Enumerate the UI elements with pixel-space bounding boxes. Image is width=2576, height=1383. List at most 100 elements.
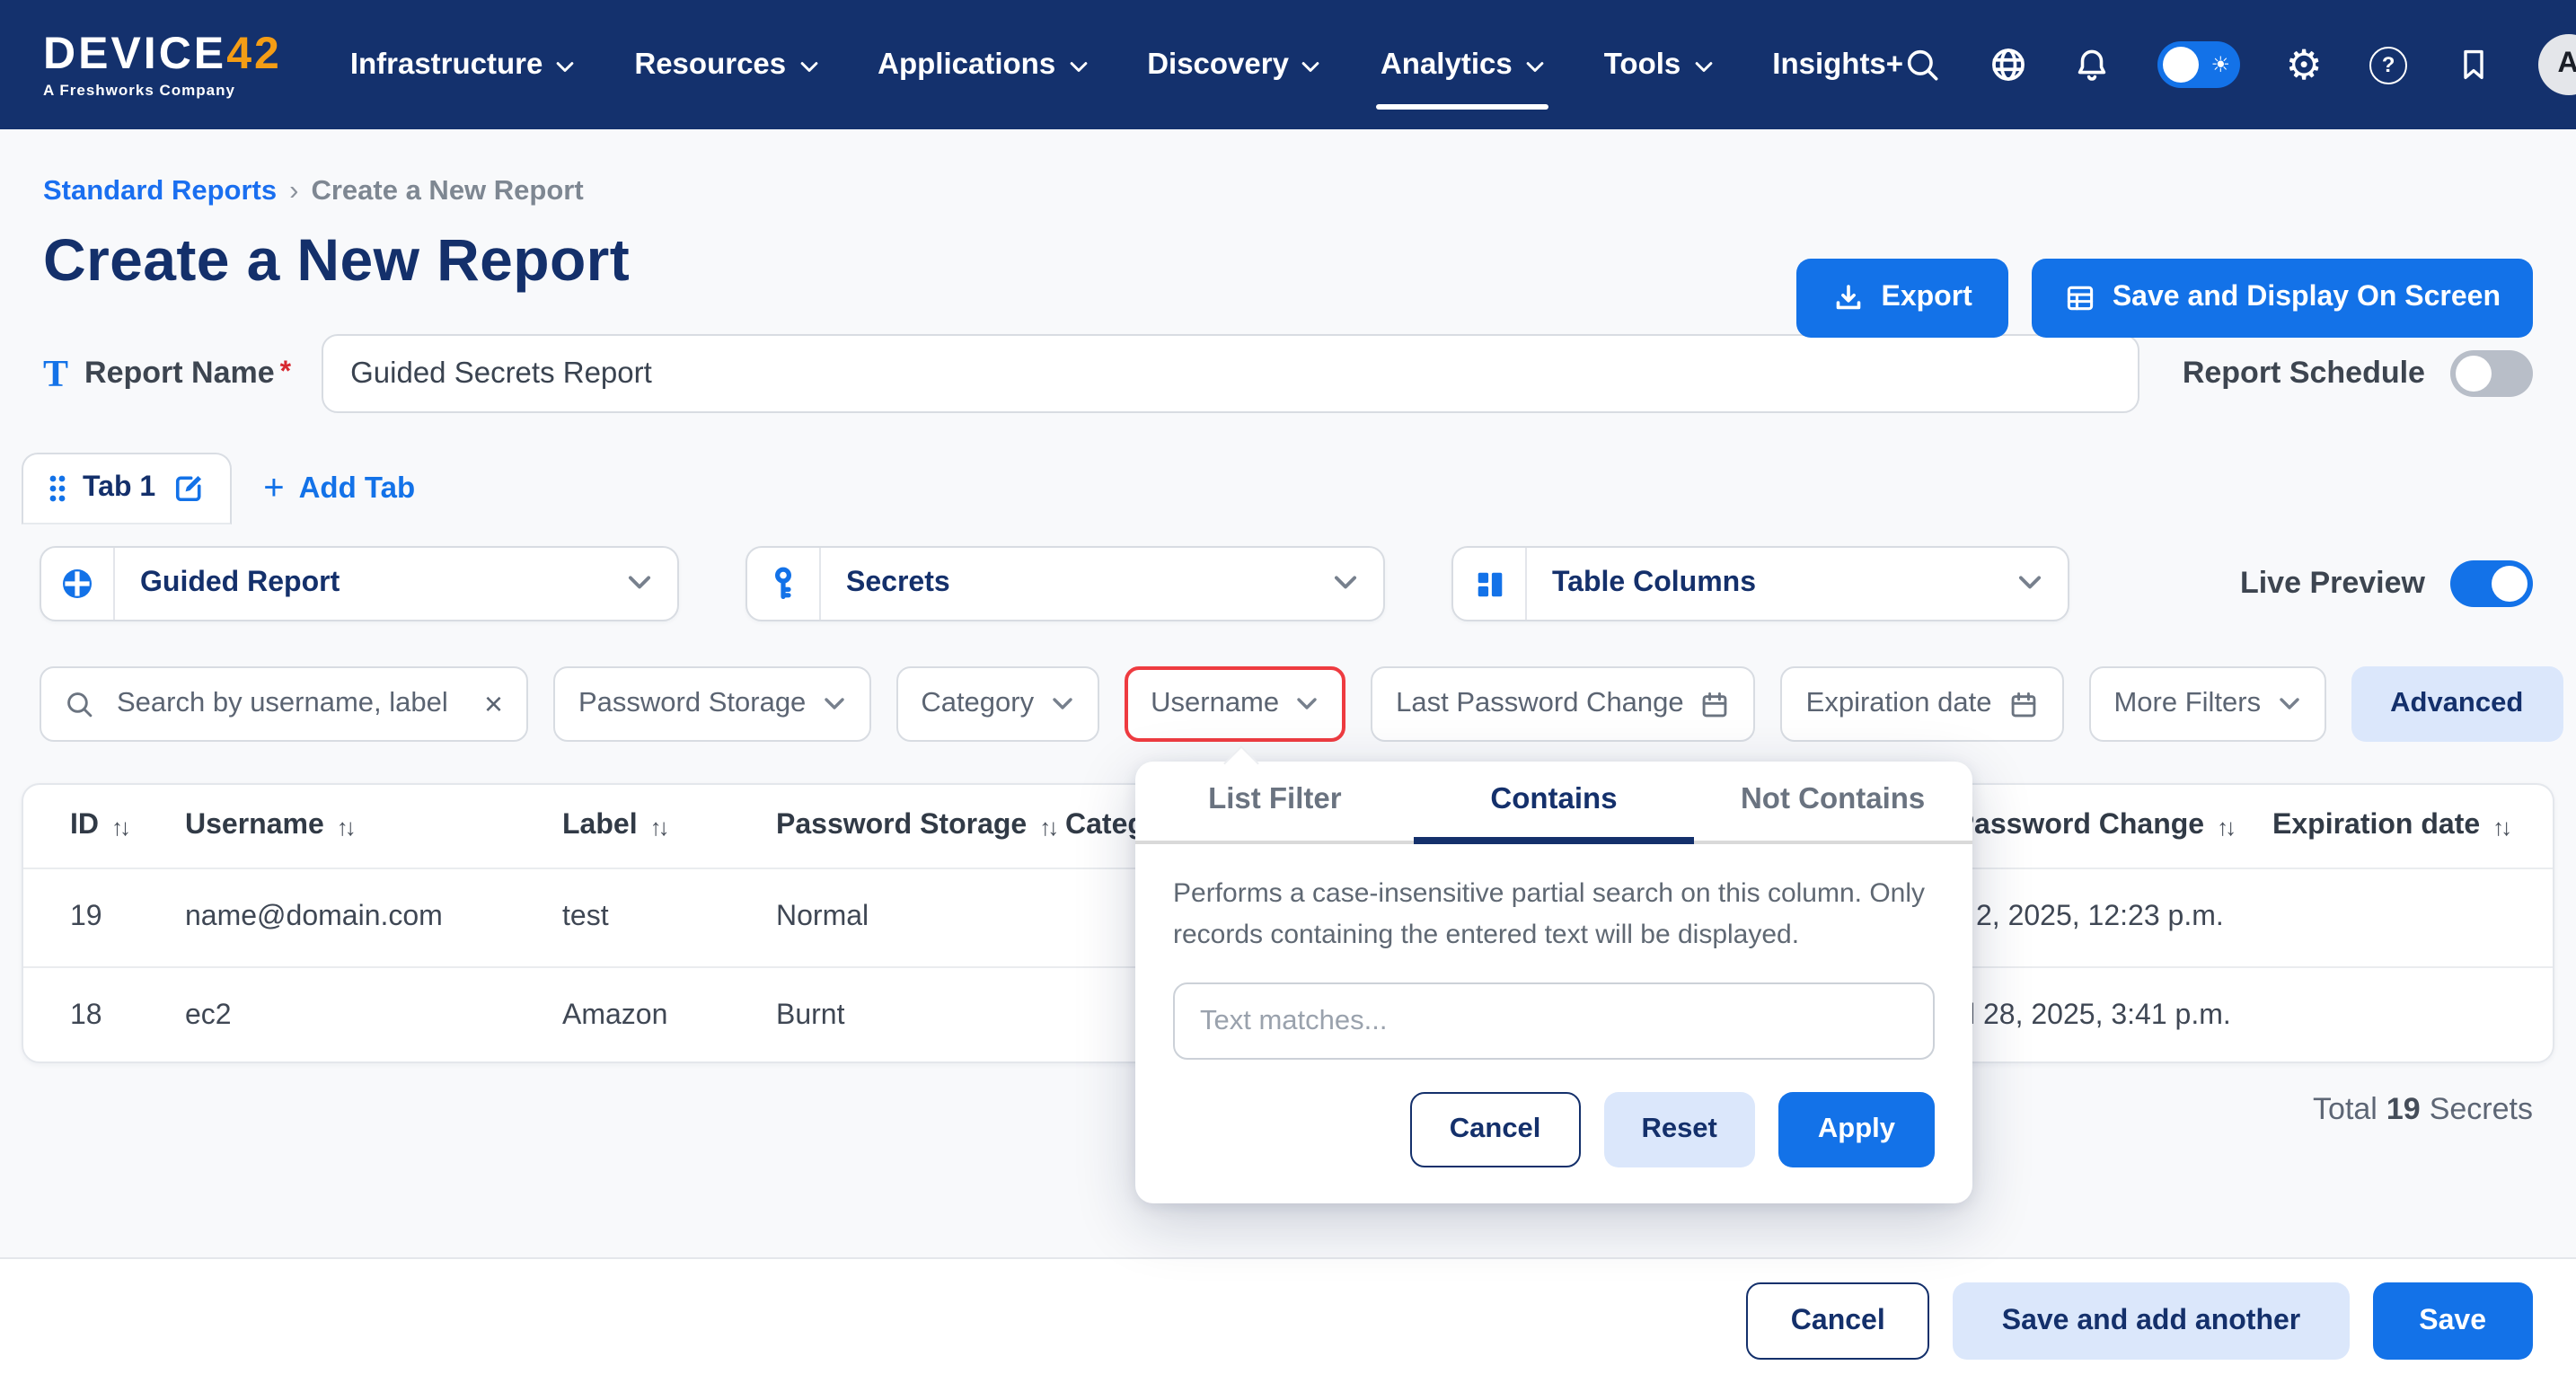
popup-tabs: List Filter Contains Not Contains xyxy=(1135,762,1972,844)
selector-row: Guided Report Secrets Table Columns Live… xyxy=(40,546,2554,621)
report-type-select[interactable]: Guided Report xyxy=(40,546,679,621)
column-header-password-storage[interactable]: Password Storage↑↓ xyxy=(776,785,1055,868)
chevron-down-icon xyxy=(2277,697,2300,711)
popup-buttons: Cancel Reset Apply xyxy=(1173,1092,1935,1167)
menu-insights[interactable]: Insights+ xyxy=(1772,0,1903,129)
chevron-down-icon xyxy=(822,697,845,711)
notifications-bell-icon[interactable] xyxy=(2072,45,2112,84)
clear-search-icon[interactable]: × xyxy=(484,685,503,723)
popup-body: Performs a case-insensitive partial sear… xyxy=(1135,844,1972,1203)
columns-select[interactable]: Table Columns xyxy=(1451,546,2069,621)
popup-cancel-button[interactable]: Cancel xyxy=(1410,1092,1581,1167)
column-header-username[interactable]: Username↑↓ xyxy=(185,785,353,868)
chevron-down-icon xyxy=(2017,568,2042,600)
live-preview-toggle[interactable] xyxy=(2450,560,2533,607)
breadcrumb-separator: › xyxy=(289,176,298,208)
cell-label: Amazon xyxy=(562,968,667,1065)
text-matches-input[interactable] xyxy=(1173,982,1935,1060)
drag-handle-icon[interactable] xyxy=(49,474,66,503)
navbar-actions: ☀ ⚙ ? A xyxy=(1903,34,2576,95)
save-button[interactable]: Save xyxy=(2372,1282,2533,1360)
report-schedule-wrap: Report Schedule xyxy=(2183,350,2533,397)
search-filter[interactable]: × xyxy=(40,666,528,742)
add-tab-button[interactable]: + Add Tab xyxy=(263,453,415,524)
menu-analytics[interactable]: Analytics xyxy=(1381,0,1545,129)
breadcrumb-standard-reports[interactable]: Standard Reports xyxy=(43,176,277,208)
top-navbar: DEVICE42 A Freshworks Company Infrastruc… xyxy=(0,0,2576,129)
popup-reset-button[interactable]: Reset xyxy=(1603,1092,1754,1167)
filter-category[interactable]: Category xyxy=(895,666,1098,742)
chevron-down-icon xyxy=(1333,568,1358,600)
chevron-down-icon xyxy=(555,60,575,73)
cancel-button[interactable]: Cancel xyxy=(1746,1282,1930,1360)
calendar-icon xyxy=(1700,689,1731,719)
columns-value: Table Columns xyxy=(1527,568,1756,600)
sort-icon[interactable]: ↑↓ xyxy=(1039,813,1055,840)
user-avatar[interactable]: A xyxy=(2537,34,2576,95)
toggle-knob xyxy=(2492,566,2527,602)
report-schedule-toggle[interactable] xyxy=(2450,350,2533,397)
edit-tab-icon[interactable] xyxy=(172,472,204,505)
bookmark-icon[interactable] xyxy=(2453,45,2492,84)
report-name-input[interactable] xyxy=(322,334,2139,413)
sort-icon[interactable]: ↑↓ xyxy=(650,813,666,840)
sort-icon[interactable]: ↑↓ xyxy=(2217,813,2233,840)
save-and-display-button[interactable]: Save and Display On Screen xyxy=(2032,259,2533,338)
toggle-knob xyxy=(2162,47,2198,83)
logo-tagline: A Freshworks Company xyxy=(43,83,282,98)
logo-wordmark: DEVICE42 xyxy=(43,32,282,77)
filter-more-filters[interactable]: More Filters xyxy=(2088,666,2325,742)
sort-icon[interactable]: ↑↓ xyxy=(337,813,353,840)
cell-last-password-change: l 28, 2025, 3:41 p.m. xyxy=(1969,968,2231,1065)
save-and-add-another-button[interactable]: Save and add another xyxy=(1954,1282,2350,1360)
column-header-expiration-date[interactable]: Expiration date↑↓ xyxy=(2272,785,2509,868)
tab-1[interactable]: Tab 1 xyxy=(22,453,231,524)
menu-infrastructure[interactable]: Infrastructure xyxy=(350,0,576,129)
report-schedule-label: Report Schedule xyxy=(2183,356,2425,392)
settings-gear-icon[interactable]: ⚙ xyxy=(2284,45,2324,84)
sort-icon[interactable]: ↑↓ xyxy=(111,813,128,840)
username-filter-popup: List Filter Contains Not Contains Perfor… xyxy=(1135,762,1972,1203)
download-icon xyxy=(1832,282,1865,314)
menu-discovery[interactable]: Discovery xyxy=(1147,0,1321,129)
column-header-id[interactable]: ID↑↓ xyxy=(70,785,128,868)
sort-icon[interactable]: ↑↓ xyxy=(2492,813,2509,840)
report-type-value: Guided Report xyxy=(115,568,340,600)
device42-logo[interactable]: DEVICE42 A Freshworks Company xyxy=(43,32,282,98)
sun-icon: ☀ xyxy=(2211,54,2231,75)
filter-last-password-change[interactable]: Last Password Change xyxy=(1371,666,1756,742)
search-icon[interactable] xyxy=(1903,45,1943,84)
menu-resources[interactable]: Resources xyxy=(634,0,818,129)
popup-apply-button[interactable]: Apply xyxy=(1778,1092,1935,1167)
advanced-filters-button[interactable]: Advanced xyxy=(2351,666,2563,742)
table-icon xyxy=(2064,282,2096,314)
total-number: 19 xyxy=(2386,1092,2421,1128)
required-asterisk: * xyxy=(280,357,291,390)
report-name-row: T Report Name * Report Schedule xyxy=(43,334,2554,413)
column-header-label[interactable]: Label↑↓ xyxy=(562,785,666,868)
search-input[interactable] xyxy=(113,686,466,722)
breadcrumb-current: Create a New Report xyxy=(311,176,583,208)
menu-applications[interactable]: Applications xyxy=(878,0,1088,129)
globe-icon[interactable] xyxy=(1988,45,2027,84)
filter-row: × Password Storage Category Username Las… xyxy=(40,666,2554,742)
footer-action-bar: Cancel Save and add another Save xyxy=(0,1257,2576,1383)
object-select[interactable]: Secrets xyxy=(745,546,1385,621)
cell-password-storage: Burnt xyxy=(776,968,845,1065)
cell-id: 18 xyxy=(70,968,102,1065)
table-columns-icon xyxy=(1453,548,1527,620)
popup-tab-not-contains[interactable]: Not Contains xyxy=(1693,783,1972,841)
chevron-down-icon xyxy=(1693,60,1713,73)
help-icon[interactable]: ? xyxy=(2369,45,2408,84)
plus-icon: + xyxy=(263,468,284,509)
filter-password-storage[interactable]: Password Storage xyxy=(553,666,870,742)
filter-expiration-date[interactable]: Expiration date xyxy=(1781,666,2064,742)
chevron-down-icon xyxy=(627,568,652,600)
report-tabs-row: Tab 1 + Add Tab xyxy=(22,449,2554,524)
menu-tools[interactable]: Tools xyxy=(1604,0,1714,129)
filter-username[interactable]: Username xyxy=(1124,666,1345,742)
popup-tab-list-filter[interactable]: List Filter xyxy=(1135,783,1415,841)
export-button[interactable]: Export xyxy=(1796,259,2007,338)
popup-tab-contains[interactable]: Contains xyxy=(1415,783,1694,841)
theme-toggle[interactable]: ☀ xyxy=(2157,41,2239,88)
